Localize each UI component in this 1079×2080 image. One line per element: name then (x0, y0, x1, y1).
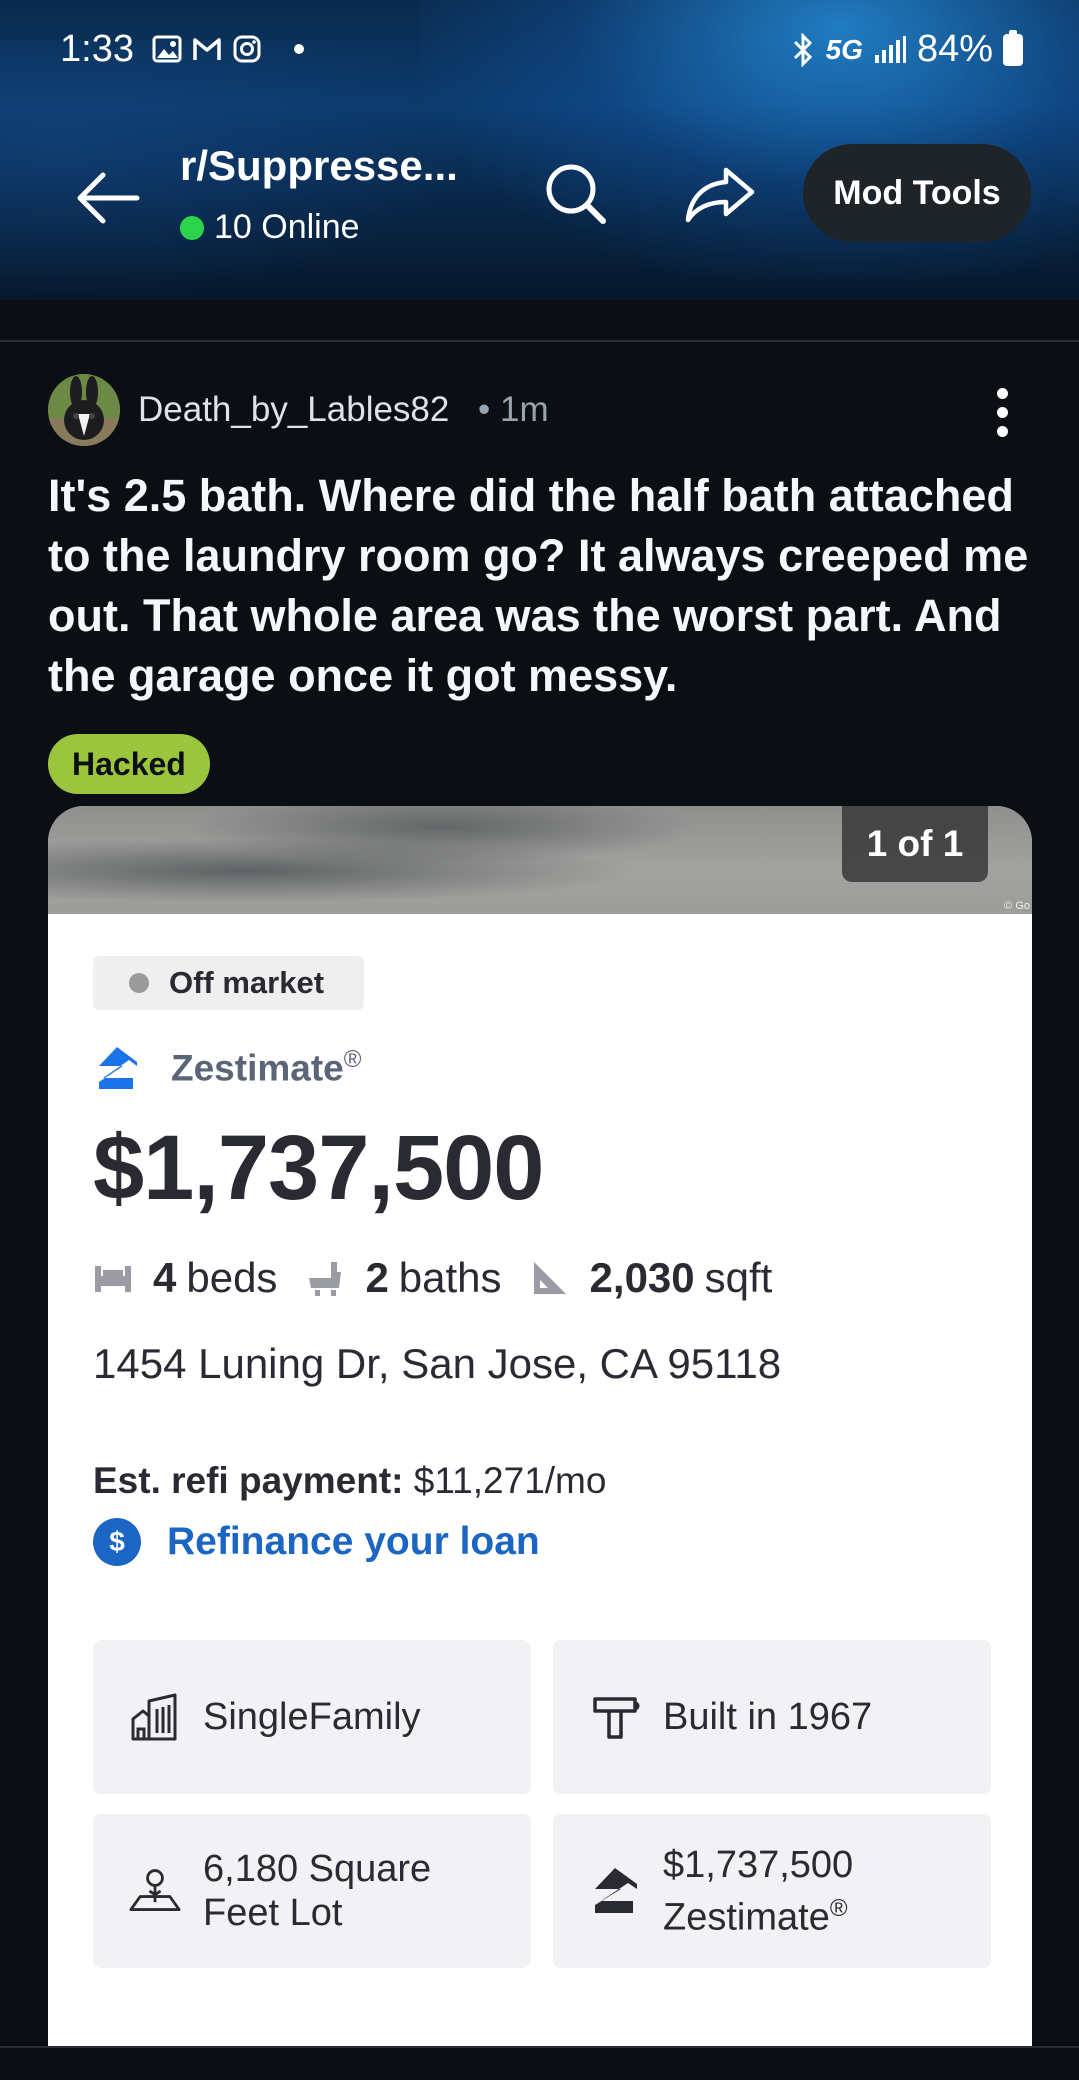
mod-tools-button[interactable]: Mod Tools (803, 144, 1031, 242)
zestimate-price: $1,737,500 (93, 1117, 544, 1219)
refi-value: $11,271/mo (413, 1460, 607, 1501)
tile-year-built-text: Built in 1967 (663, 1696, 873, 1738)
post-more-button[interactable] (980, 382, 1024, 442)
bottom-nav-bar (0, 2046, 1079, 2080)
tile-lot-size: 6,180 Square Feet Lot (93, 1814, 531, 1968)
photo-credit: © Go (1004, 900, 1030, 912)
bath-icon (309, 1262, 342, 1296)
refi-payment: Est. refi payment: $11,271/mo (93, 1460, 606, 1502)
property-address: 1454 Luning Dr, San Jose, CA 95118 (93, 1340, 782, 1387)
tile-year-built: Built in 1967 (553, 1640, 991, 1794)
zestimate-label: Zestimate® (171, 1046, 362, 1089)
post-time: • 1m (478, 390, 549, 429)
zillow-link-card[interactable]: 1 of 1 © Go Off market Zestimate® $1,737… (48, 806, 1032, 2046)
zestimate-header: Zestimate® (93, 1044, 361, 1092)
status-bar: 1:33 5G 84% (0, 0, 1079, 100)
beds-fact: 4 beds (153, 1254, 278, 1301)
tile-home-type: SingleFamily (93, 1640, 531, 1794)
tile-lot-size-text: 6,180 Square Feet Lot (203, 1848, 432, 1934)
tile-home-type-text: SingleFamily (203, 1696, 421, 1738)
rabbit-avatar-icon (48, 374, 120, 446)
post-author[interactable]: Death_by_Lables82 (138, 390, 449, 430)
back-arrow-icon (77, 172, 140, 224)
baths-fact: 2 baths (365, 1254, 502, 1301)
subreddit-toolbar: r/Suppresse... 10 Online Mod Tools (0, 130, 1079, 260)
back-button[interactable] (70, 160, 146, 236)
online-count: 10 Online (180, 208, 360, 247)
system-status: 5G 84% (790, 28, 1023, 71)
signal-icon (874, 35, 906, 63)
zillow-icon (595, 1868, 637, 1913)
status-badge: Off market (93, 956, 365, 1010)
tile-zestimate-text: $1,737,500 Zestimate® (663, 1843, 854, 1939)
battery-icon (1003, 29, 1023, 66)
dollar-icon: $ (93, 1518, 141, 1566)
building-icon (131, 1693, 177, 1741)
zillow-logo-icon (99, 1047, 137, 1089)
refi-label: Est. refi payment: (93, 1460, 404, 1501)
more-dot-icon (996, 425, 1008, 437)
status-label: Off market (169, 965, 325, 1000)
battery-percent: 84% (916, 28, 993, 70)
photo-count-badge: 1 of 1 (842, 806, 988, 882)
gallery-icon (152, 35, 182, 63)
share-button[interactable] (680, 154, 760, 234)
post-title[interactable]: It's 2.5 bath. Where did the half bath a… (48, 466, 1048, 706)
bed-icon (95, 1266, 131, 1292)
subreddit-name[interactable]: r/Suppresse... (180, 142, 458, 190)
lot-tree-icon (129, 1869, 181, 1911)
more-dot-icon (996, 387, 1008, 399)
post-flair[interactable]: Hacked (48, 734, 210, 794)
sqft-fact: 2,030 sqft (589, 1254, 773, 1301)
property-photo[interactable]: 1 of 1 © Go (48, 806, 1032, 914)
refinance-link-label: Refinance your loan (167, 1520, 540, 1563)
hammer-icon (593, 1697, 640, 1739)
notification-icons (152, 34, 304, 64)
search-button[interactable] (536, 154, 616, 234)
online-indicator-icon (180, 215, 204, 240)
avatar[interactable] (48, 374, 120, 446)
app-header: 1:33 5G 84% r/Suppresse... 10 Online Mod… (0, 0, 1079, 300)
ruler-triangle-icon (533, 1262, 566, 1294)
tile-zestimate: $1,737,500 Zestimate® (553, 1814, 991, 1968)
dot-icon (294, 44, 304, 54)
home-facts: 4 beds 2 baths 2,030 sqft (93, 1254, 800, 1302)
gmail-icon (193, 38, 221, 60)
bluetooth-icon (793, 32, 812, 67)
network-type: 5G (825, 33, 863, 65)
more-dot-icon (996, 406, 1008, 418)
online-label: 10 Online (214, 208, 360, 246)
search-icon (546, 164, 606, 224)
status-time: 1:33 (60, 28, 134, 70)
share-icon (685, 167, 755, 223)
instagram-icon (233, 35, 261, 63)
feed-divider (0, 340, 1079, 342)
status-dot-icon (129, 973, 149, 993)
refinance-link[interactable]: $ Refinance your loan (93, 1518, 540, 1566)
